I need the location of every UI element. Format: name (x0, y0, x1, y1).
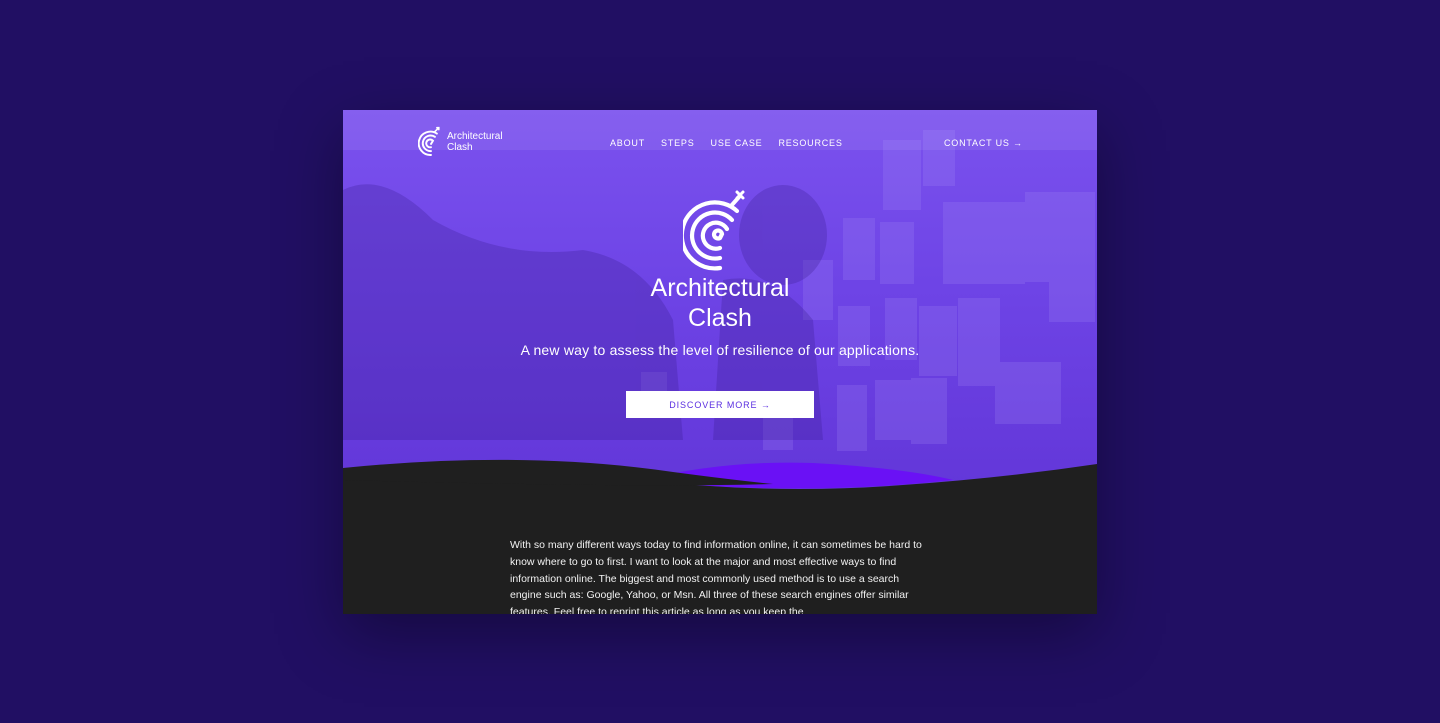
brand-name: Architectural Clash (447, 131, 503, 153)
hero-tagline: A new way to assess the level of resilie… (520, 342, 920, 358)
brand-name-line2: Clash (447, 142, 473, 153)
discover-more-button[interactable]: DISCOVER MORE → (626, 391, 814, 418)
nav-item-about[interactable]: ABOUT (610, 138, 645, 148)
landing-page-frame: Architectural Clash ABOUT STEPS USE CASE… (343, 110, 1097, 614)
hero-section: Architectural Clash ABOUT STEPS USE CASE… (343, 110, 1097, 500)
top-nav: Architectural Clash ABOUT STEPS USE CASE… (343, 110, 1097, 176)
spiral-logo-icon (418, 126, 440, 156)
spiral-logo-icon (683, 190, 745, 271)
hero-title-line1: Architectural (650, 274, 790, 302)
main-menu: ABOUT STEPS USE CASE RESOURCES (610, 138, 859, 148)
hero-title-line2: Clash (688, 304, 752, 332)
hero-wave-divider (343, 459, 1097, 540)
nav-item-use-case[interactable]: USE CASE (711, 138, 763, 148)
intro-paragraph: With so many different ways today to fin… (510, 539, 922, 614)
nav-item-resources[interactable]: RESOURCES (778, 138, 842, 148)
contact-us-link[interactable]: CONTACT US → (944, 138, 1023, 148)
brand-logo-link[interactable]: Architectural Clash (418, 126, 503, 158)
brand-name-line1: Architectural (447, 131, 503, 142)
nav-item-steps[interactable]: STEPS (661, 138, 695, 148)
hero-title: Architectural Clash (570, 273, 870, 333)
